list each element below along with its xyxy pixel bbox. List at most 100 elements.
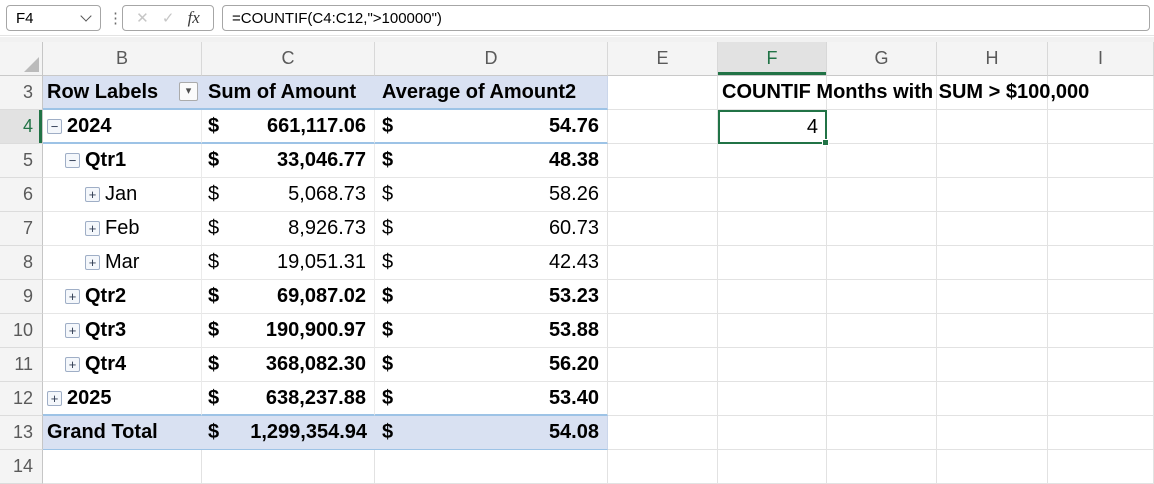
cell-H14[interactable] [937,450,1048,484]
expand-button[interactable]: + [65,357,80,372]
cell-H4[interactable] [937,110,1048,144]
cell-C8[interactable]: $19,051.31 [202,246,375,280]
cell-I8[interactable] [1048,246,1154,280]
fill-handle[interactable] [822,139,829,146]
cell-E10[interactable] [608,314,718,348]
insert-function-icon[interactable]: fx [188,8,200,28]
cell-H6[interactable] [937,178,1048,212]
row-header-5[interactable]: 5 [0,144,43,178]
cell-C4[interactable]: $661,117.06 [202,110,375,144]
cell-C6[interactable]: $5,068.73 [202,178,375,212]
cell-C9[interactable]: $69,087.02 [202,280,375,314]
cell-H10[interactable] [937,314,1048,348]
column-header-E[interactable]: E [608,42,718,76]
cell-H13[interactable] [937,416,1048,450]
column-header-H[interactable]: H [937,42,1048,76]
select-all-corner[interactable] [0,42,43,76]
cell-B11[interactable]: +Qtr4 [43,348,202,382]
row-header-3[interactable]: 3 [0,76,43,110]
expand-button[interactable]: + [85,187,100,202]
row-header-4[interactable]: 4 [0,110,43,144]
expand-button[interactable]: + [85,255,100,270]
cell-E4[interactable] [608,110,718,144]
row-header-7[interactable]: 7 [0,212,43,246]
cell-C5[interactable]: $33,046.77 [202,144,375,178]
cell-B6[interactable]: +Jan [43,178,202,212]
cell-H9[interactable] [937,280,1048,314]
cell-G10[interactable] [827,314,937,348]
cell-G8[interactable] [827,246,937,280]
cell-C11[interactable]: $368,082.30 [202,348,375,382]
cell-F9[interactable] [718,280,827,314]
collapse-button[interactable]: − [65,153,80,168]
cell-B8[interactable]: +Mar [43,246,202,280]
cell-E8[interactable] [608,246,718,280]
column-header-B[interactable]: B [43,42,202,76]
cell-E3[interactable] [608,76,718,110]
name-box[interactable]: F4 [6,5,101,31]
cell-I14[interactable] [1048,450,1154,484]
column-header-D[interactable]: D [375,42,608,76]
cell-B5[interactable]: −Qtr1 [43,144,202,178]
expand-button[interactable]: + [65,289,80,304]
column-header-G[interactable]: G [827,42,937,76]
row-header-12[interactable]: 12 [0,382,43,416]
cell-I5[interactable] [1048,144,1154,178]
cell-G12[interactable] [827,382,937,416]
expand-button[interactable]: + [47,391,62,406]
cell-D12[interactable]: $53.40 [375,382,608,416]
cell-E14[interactable] [608,450,718,484]
row-header-13[interactable]: 13 [0,416,43,450]
cell-F5[interactable] [718,144,827,178]
cell-C14[interactable] [202,450,375,484]
cell-G7[interactable] [827,212,937,246]
row-header-10[interactable]: 10 [0,314,43,348]
cell-F6[interactable] [718,178,827,212]
row-header-11[interactable]: 11 [0,348,43,382]
column-header-F[interactable]: F [718,42,827,76]
row-header-9[interactable]: 9 [0,280,43,314]
cell-F14[interactable] [718,450,827,484]
cell-D5[interactable]: $48.38 [375,144,608,178]
cell-F12[interactable] [718,382,827,416]
cell-D8[interactable]: $42.43 [375,246,608,280]
cell-H5[interactable] [937,144,1048,178]
cell-F8[interactable] [718,246,827,280]
cell-E13[interactable] [608,416,718,450]
column-header-C[interactable]: C [202,42,375,76]
cell-G6[interactable] [827,178,937,212]
collapse-button[interactable]: − [47,119,62,134]
cell-B10[interactable]: +Qtr3 [43,314,202,348]
cell-H8[interactable] [937,246,1048,280]
cell-I10[interactable] [1048,314,1154,348]
cell-F10[interactable] [718,314,827,348]
pivot-header-avg[interactable]: Average of Amount2 [375,76,608,110]
cell-I13[interactable] [1048,416,1154,450]
cell-C7[interactable]: $8,926.73 [202,212,375,246]
cell-I6[interactable] [1048,178,1154,212]
cell-B7[interactable]: +Feb [43,212,202,246]
row-header-6[interactable]: 6 [0,178,43,212]
cell-F11[interactable] [718,348,827,382]
cell-C12[interactable]: $638,237.88 [202,382,375,416]
cell-B12[interactable]: +2025 [43,382,202,416]
cell-E12[interactable] [608,382,718,416]
cell-E11[interactable] [608,348,718,382]
cell-E9[interactable] [608,280,718,314]
cell-H7[interactable] [937,212,1048,246]
cell-D13[interactable]: $54.08 [375,416,608,450]
expand-button[interactable]: + [65,323,80,338]
cell-D7[interactable]: $60.73 [375,212,608,246]
column-header-I[interactable]: I [1048,42,1154,76]
cell-G13[interactable] [827,416,937,450]
pivot-header-row-labels[interactable]: Row Labels▾ [43,76,202,110]
cell-I12[interactable] [1048,382,1154,416]
cell-G5[interactable] [827,144,937,178]
row-header-14[interactable]: 14 [0,450,43,484]
cell-I9[interactable] [1048,280,1154,314]
cell-G9[interactable] [827,280,937,314]
cell-B13[interactable]: Grand Total [43,416,202,450]
cell-G11[interactable] [827,348,937,382]
cell-B4[interactable]: −2024 [43,110,202,144]
filter-dropdown-icon[interactable]: ▾ [179,82,198,101]
